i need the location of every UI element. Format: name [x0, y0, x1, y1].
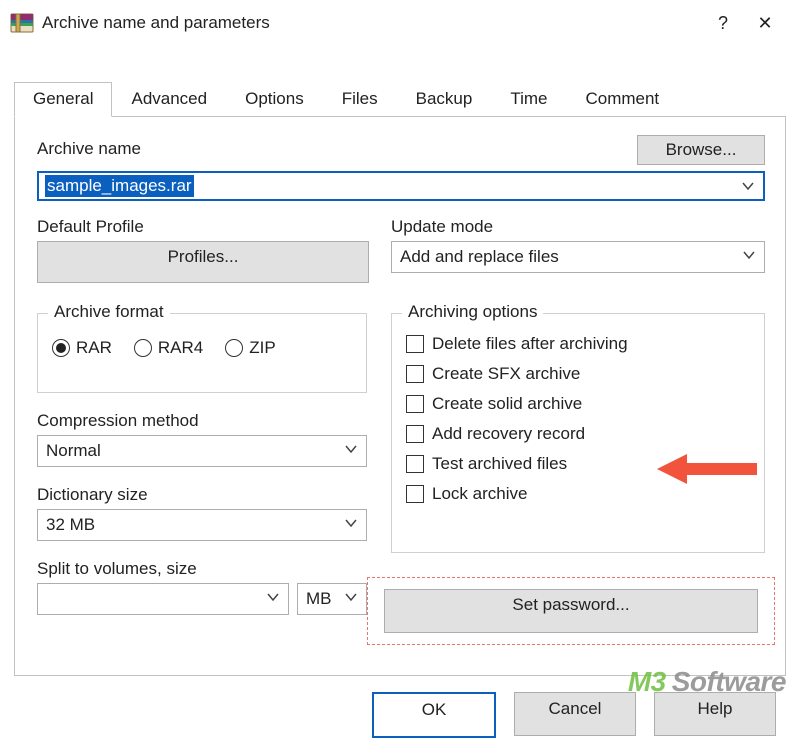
- chevron-down-icon[interactable]: [344, 515, 358, 535]
- ok-button[interactable]: OK: [372, 692, 496, 738]
- check-delete-after[interactable]: Delete files after archiving: [406, 334, 750, 354]
- tab-general[interactable]: General: [14, 82, 112, 117]
- chevron-down-icon[interactable]: [344, 589, 358, 609]
- check-recovery[interactable]: Add recovery record: [406, 424, 750, 444]
- tabstrip: General Advanced Options Files Backup Ti…: [14, 76, 786, 116]
- check-solid[interactable]: Create solid archive: [406, 394, 750, 414]
- archive-format-group: Archive format RAR RAR4 ZIP: [37, 313, 367, 393]
- check-lock-label: Lock archive: [432, 484, 527, 504]
- profiles-button[interactable]: Profiles...: [37, 241, 369, 283]
- tab-files[interactable]: Files: [323, 82, 397, 117]
- dialog-buttons: OK Cancel Help: [0, 692, 800, 738]
- split-volumes-unit-value: MB: [306, 589, 332, 609]
- help-button[interactable]: ?: [702, 7, 744, 39]
- radio-zip-label: ZIP: [249, 338, 275, 358]
- checkbox-icon: [406, 365, 424, 383]
- archive-format-legend: Archive format: [48, 302, 170, 322]
- archive-name-input[interactable]: sample_images.rar: [37, 171, 765, 201]
- tab-options[interactable]: Options: [226, 82, 323, 117]
- radio-dot-selected-icon: [52, 339, 70, 357]
- profile-update-block: Default Profile Profiles... Update mode …: [37, 217, 765, 283]
- help-button-bottom[interactable]: Help: [654, 692, 776, 736]
- left-column: Archive format RAR RAR4 ZIP: [37, 313, 367, 615]
- chevron-down-icon[interactable]: [742, 247, 756, 267]
- update-mode-label: Update mode: [391, 217, 765, 237]
- check-delete-after-label: Delete files after archiving: [432, 334, 628, 354]
- check-recovery-label: Add recovery record: [432, 424, 585, 444]
- dialog-archive-params: Archive name and parameters ? ✕ General …: [0, 0, 800, 752]
- chevron-down-icon[interactable]: [344, 441, 358, 461]
- dictionary-size-label: Dictionary size: [37, 485, 367, 505]
- split-volumes-label: Split to volumes, size: [37, 559, 367, 579]
- default-profile-label: Default Profile: [37, 217, 367, 237]
- compression-method-select[interactable]: Normal: [37, 435, 367, 467]
- checkbox-icon: [406, 425, 424, 443]
- archiving-options-group: Archiving options Delete files after arc…: [391, 313, 765, 553]
- dictionary-size-value: 32 MB: [46, 515, 95, 535]
- radio-rar4-label: RAR4: [158, 338, 203, 358]
- radio-dot-icon: [134, 339, 152, 357]
- archiving-options-legend: Archiving options: [402, 302, 543, 322]
- set-password-highlight: Set password...: [367, 577, 775, 645]
- tab-body-general: Archive name Browse... sample_images.rar…: [14, 116, 786, 676]
- dictionary-size-select[interactable]: 32 MB: [37, 509, 367, 541]
- tab-advanced[interactable]: Advanced: [112, 82, 226, 117]
- checkbox-icon: [406, 335, 424, 353]
- chevron-down-icon[interactable]: [266, 589, 280, 609]
- compression-method-label: Compression method: [37, 411, 367, 431]
- tab-time[interactable]: Time: [491, 82, 566, 117]
- compression-method-value: Normal: [46, 441, 101, 461]
- radio-rar4[interactable]: RAR4: [134, 338, 203, 358]
- radio-dot-icon: [225, 339, 243, 357]
- window-title: Archive name and parameters: [42, 13, 702, 33]
- check-test-label: Test archived files: [432, 454, 567, 474]
- cancel-button[interactable]: Cancel: [514, 692, 636, 736]
- radio-rar[interactable]: RAR: [52, 338, 112, 358]
- radio-zip[interactable]: ZIP: [225, 338, 275, 358]
- check-sfx[interactable]: Create SFX archive: [406, 364, 750, 384]
- right-column: Archiving options Delete files after arc…: [391, 313, 765, 553]
- update-mode-select[interactable]: Add and replace files: [391, 241, 765, 273]
- archive-name-block: Archive name Browse... sample_images.rar: [37, 135, 765, 201]
- check-solid-label: Create solid archive: [432, 394, 582, 414]
- chevron-down-icon[interactable]: [739, 177, 757, 195]
- checkbox-icon: [406, 455, 424, 473]
- titlebar: Archive name and parameters ? ✕: [0, 0, 800, 46]
- radio-rar-label: RAR: [76, 338, 112, 358]
- tab-comment[interactable]: Comment: [566, 82, 678, 117]
- update-mode-value: Add and replace files: [400, 247, 559, 267]
- check-sfx-label: Create SFX archive: [432, 364, 580, 384]
- check-lock[interactable]: Lock archive: [406, 484, 750, 504]
- set-password-button[interactable]: Set password...: [384, 589, 758, 633]
- archive-name-value: sample_images.rar: [45, 175, 194, 197]
- split-volumes-size-input[interactable]: [37, 583, 289, 615]
- check-test[interactable]: Test archived files: [406, 454, 750, 474]
- split-volumes-unit-select[interactable]: MB: [297, 583, 367, 615]
- archive-name-label: Archive name: [37, 139, 141, 159]
- checkbox-icon: [406, 395, 424, 413]
- browse-button[interactable]: Browse...: [637, 135, 765, 165]
- close-button[interactable]: ✕: [744, 7, 786, 39]
- app-icon: [10, 11, 34, 35]
- tab-backup[interactable]: Backup: [397, 82, 492, 117]
- checkbox-icon: [406, 485, 424, 503]
